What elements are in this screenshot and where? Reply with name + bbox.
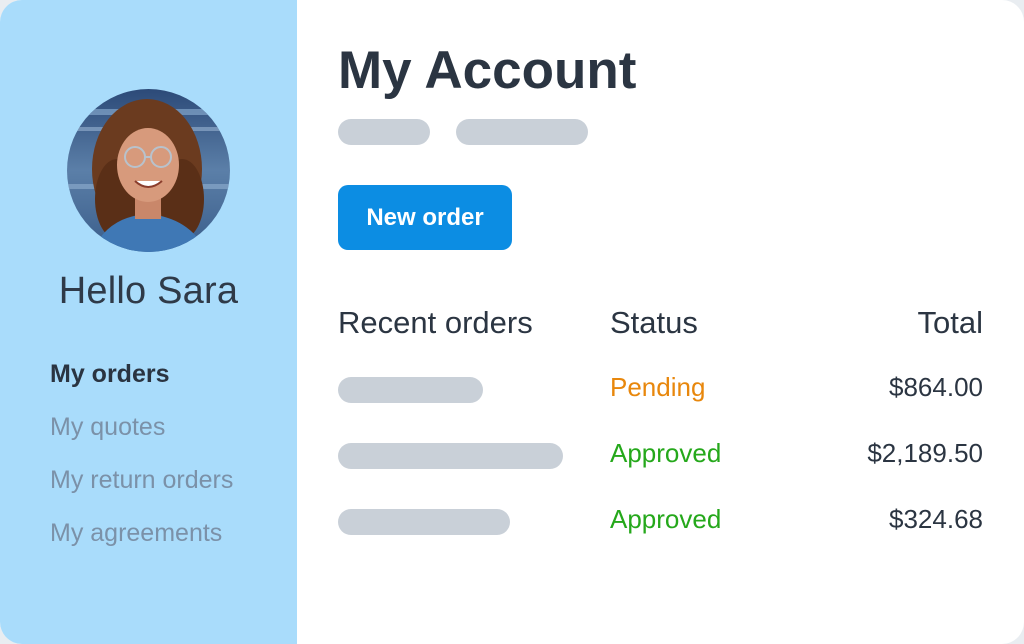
order-total: $324.68 — [889, 504, 983, 534]
sidebar-item-my-agreements[interactable]: My agreements — [50, 519, 233, 572]
avatar[interactable] — [67, 89, 230, 252]
status-badge: Pending — [610, 372, 706, 402]
column-header-total: Total — [917, 305, 983, 340]
status-badge: Approved — [610, 438, 722, 468]
order-name-placeholder — [338, 443, 563, 469]
placeholder-pill — [456, 119, 588, 145]
table-row[interactable]: Approved $324.68 — [297, 502, 1024, 542]
sidebar: Hello Sara My orders My quotes My return… — [0, 0, 297, 644]
status-badge: Approved — [610, 504, 722, 534]
greeting: Hello Sara — [58, 270, 239, 312]
account-card: Hello Sara My orders My quotes My return… — [0, 0, 1024, 644]
column-header-recent-orders: Recent orders — [338, 305, 533, 340]
sidebar-item-my-quotes[interactable]: My quotes — [50, 413, 233, 466]
column-header-status: Status — [610, 305, 698, 340]
sidebar-item-my-return-orders[interactable]: My return orders — [50, 466, 233, 519]
user-photo — [67, 89, 230, 252]
table-row[interactable]: Approved $2,189.50 — [297, 436, 1024, 476]
sidebar-item-my-orders[interactable]: My orders — [50, 360, 233, 413]
order-total: $2,189.50 — [867, 438, 983, 468]
page-title: My Account — [338, 41, 637, 100]
order-total: $864.00 — [889, 372, 983, 402]
main-content: My Account New order Recent orders Statu… — [297, 0, 1024, 644]
sidebar-nav: My orders My quotes My return orders My … — [50, 360, 233, 572]
order-name-placeholder — [338, 509, 510, 535]
new-order-button[interactable]: New order — [338, 185, 512, 250]
placeholder-pill — [338, 119, 430, 145]
order-name-placeholder — [338, 377, 483, 403]
table-row[interactable]: Pending $864.00 — [297, 370, 1024, 410]
